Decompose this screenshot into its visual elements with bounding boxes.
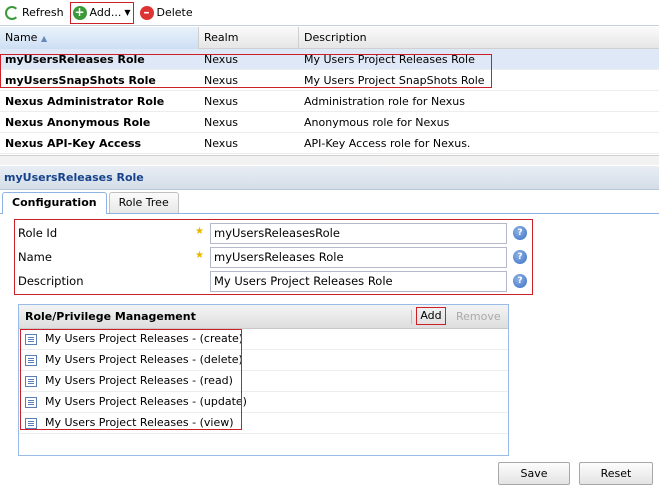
toolbar: Refresh + Add... ▼ – Delete [0,0,659,26]
column-label: Realm [204,31,239,44]
list-item[interactable]: My Users Project Releases - (delete) [19,350,508,371]
sort-asc-icon: ▲ [40,34,48,43]
list-item[interactable]: My Users Project Releases - (read) [19,371,508,392]
reset-button[interactable]: Reset [579,462,653,485]
role-id-label: Role Id [18,226,58,240]
add-icon: + [72,4,87,20]
help-icon[interactable]: ? [513,274,527,288]
privilege-panel-header: Role/Privilege Management Add Remove [19,305,508,329]
refresh-label: Refresh [22,6,64,19]
column-header-name[interactable]: Name ▲ [0,27,199,49]
description-row: Description My Users Project Releases Ro… [18,271,528,293]
splitter[interactable] [0,155,659,165]
column-label: Name [5,31,38,44]
role-name: Nexus Anonymous Role [5,116,151,129]
role-name: Nexus API-Key Access [5,137,142,150]
role-id-field[interactable]: myUsersReleasesRole [210,223,507,244]
save-button[interactable]: Save [498,462,570,485]
privilege-panel: Role/Privilege Management Add Remove My … [18,304,509,456]
table-row[interactable]: myUsersReleases Role Nexus My Users Proj… [0,49,659,70]
role-realm: Nexus [204,95,239,108]
column-header-description[interactable]: Description [299,27,659,49]
privilege-icon [25,418,37,429]
add-label: Add... [89,6,122,19]
column-header-realm[interactable]: Realm [199,27,299,49]
table-row[interactable]: myUsersSnapShots Role Nexus My Users Pro… [0,70,659,91]
role-realm: Nexus [204,74,239,87]
help-icon[interactable]: ? [513,226,527,240]
add-button[interactable]: + Add... ▼ [69,1,134,24]
role-name: myUsersReleases Role [5,53,145,66]
role-name: Nexus Administrator Role [5,95,165,108]
tab-strip: Configuration Role Tree [0,190,659,214]
privilege-icon [25,355,37,366]
privilege-label: My Users Project Releases - (delete) [45,353,243,366]
tab-role-tree[interactable]: Role Tree [108,192,179,213]
list-item[interactable]: My Users Project Releases - (create) [19,329,508,350]
panel-title: myUsersReleases Role [0,166,659,190]
privilege-label: My Users Project Releases - (create) [45,332,244,345]
privilege-label: My Users Project Releases - (view) [45,416,234,429]
role-name: myUsersSnapShots Role [5,74,156,87]
delete-button[interactable]: – Delete [137,2,196,24]
description-field[interactable]: My Users Project Releases Role [210,271,507,292]
grid-header: Name ▲ Realm Description [0,27,659,49]
role-realm: Nexus [204,53,239,66]
table-row[interactable]: Nexus Administrator Role Nexus Administr… [0,91,659,112]
privilege-icon [25,334,37,345]
table-row[interactable]: Nexus API-Key Access Nexus API-Key Acces… [0,133,659,154]
add-privilege-button[interactable]: Add [416,307,446,325]
list-item[interactable]: My Users Project Releases - (update) [19,392,508,413]
role-description: Administration role for Nexus [304,95,465,108]
role-description: My Users Project SnapShots Role [304,74,485,87]
tab-configuration[interactable]: Configuration [2,192,107,214]
privilege-label: My Users Project Releases - (update) [45,395,247,408]
name-label: Name [18,250,52,264]
privilege-icon [25,376,37,387]
refresh-button[interactable]: Refresh [2,2,67,24]
role-description: Anonymous role for Nexus [304,116,450,129]
table-row[interactable]: Nexus Anonymous Role Nexus Anonymous rol… [0,112,659,133]
column-label: Description [304,31,367,44]
role-realm: Nexus [204,137,239,150]
refresh-icon [5,5,19,20]
privilege-panel-title: Role/Privilege Management [25,310,196,323]
role-description: My Users Project Releases Role [304,53,475,66]
required-star-icon: ★ [195,226,204,237]
name-row: Name ★ myUsersReleases Role ? [18,247,528,269]
delete-icon: – [139,5,154,20]
name-field[interactable]: myUsersReleases Role [210,247,507,268]
chevron-down-icon[interactable]: ▼ [124,8,130,17]
required-star-icon: ★ [195,250,204,261]
toolbar-separator [411,310,412,324]
role-id-row: Role Id ★ myUsersReleasesRole ? [18,223,528,245]
privilege-label: My Users Project Releases - (read) [45,374,233,387]
description-label: Description [18,274,84,288]
privilege-icon [25,397,37,408]
remove-privilege-button[interactable]: Remove [456,310,501,323]
help-icon[interactable]: ? [513,250,527,264]
role-description: API-Key Access role for Nexus. [304,137,471,150]
roles-grid: myUsersReleases Role Nexus My Users Proj… [0,49,659,154]
role-realm: Nexus [204,116,239,129]
delete-label: Delete [156,6,193,19]
list-item[interactable]: My Users Project Releases - (view) [19,413,508,434]
